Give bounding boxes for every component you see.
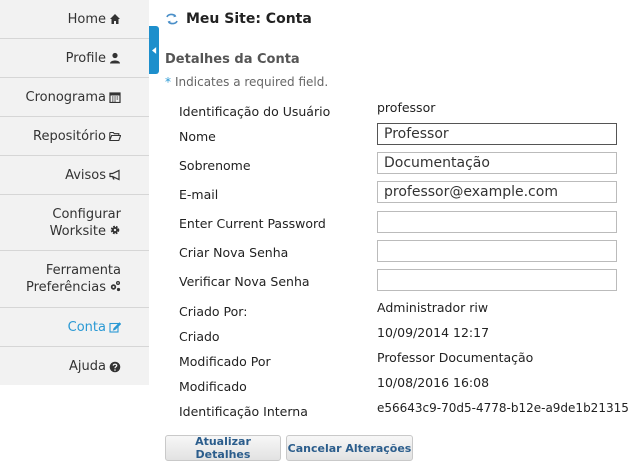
modified-by-value: Professor Documentação (377, 350, 534, 365)
chevron-left-icon (151, 46, 156, 54)
sidebar-item-preferences[interactable]: Ferramenta Preferências (0, 251, 149, 308)
sidebar-item-label: Configurar (52, 206, 121, 222)
required-note-text: Indicates a required field. (175, 75, 329, 89)
sidebar-item-announcements[interactable]: Avisos (0, 156, 149, 195)
sidebar-item-label: Ajuda (69, 359, 106, 374)
edit-icon (109, 321, 122, 333)
internal-id-value: e56643c9-70d5-4778-b12e-a9de1b21315d (377, 401, 628, 415)
created-by-value: Administrador riw (377, 300, 489, 315)
new-password-label: Criar Nova Senha (179, 245, 289, 260)
gear-icon (109, 224, 121, 236)
sidebar-item-profile[interactable]: Profile (0, 39, 149, 78)
internal-id-label: Identificação Interna (179, 404, 308, 419)
sync-icon (165, 12, 179, 26)
sidebar-item-help[interactable]: Ajuda (0, 347, 149, 386)
sidebar-item-label: Profile (65, 50, 106, 66)
verify-password-field[interactable] (377, 269, 617, 291)
sidebar-item-label: Ferramenta (45, 263, 121, 278)
folder-open-icon (109, 130, 122, 142)
sidebar-item-label: Preferências (25, 280, 106, 295)
current-password-label: Enter Current Password (179, 216, 326, 231)
verify-password-label: Verificar Nova Senha (179, 274, 310, 289)
sidebar-item-home[interactable]: Home (0, 0, 149, 39)
update-details-button[interactable]: Atualizar Detalhes (165, 435, 281, 461)
created-by-label: Criado Por: (179, 304, 248, 319)
calendar-icon (109, 91, 121, 104)
modified-by-label: Modificado Por (179, 354, 271, 369)
section-title: Detalhes da Conta (165, 52, 300, 67)
user-id-label: Identificação do Usuário (179, 104, 331, 119)
user-id-value: professor (377, 100, 436, 115)
cancel-changes-button[interactable]: Cancelar Alterações (286, 435, 413, 461)
sidebar-item-label: Home (67, 11, 106, 27)
sidebar-item-label: Conta (67, 319, 106, 335)
last-name-label: Sobrenome (179, 158, 251, 173)
new-password-field[interactable] (377, 240, 617, 262)
sidebar-item-schedule[interactable]: Cronograma (0, 78, 149, 117)
required-note: * Indicates a required field. (165, 75, 328, 89)
gears-icon (109, 280, 121, 292)
sidebar-item-site-setup[interactable]: Configurar Worksite (0, 195, 149, 251)
sidebar: Home Profile Cronograma Repositório Avis… (0, 0, 149, 385)
email-field[interactable] (377, 181, 617, 203)
current-password-field[interactable] (377, 211, 617, 233)
modified-label: Modificado (179, 379, 247, 394)
sidebar-item-label: Cronograma (25, 89, 106, 105)
email-label: E-mail (179, 187, 219, 202)
question-circle-icon (109, 361, 121, 373)
sidebar-item-label: Avisos (65, 167, 106, 183)
home-icon (109, 13, 121, 25)
bullhorn-icon (109, 169, 121, 181)
first-name-label: Nome (179, 129, 216, 144)
page-title: Meu Site: Conta (165, 11, 312, 27)
sidebar-item-label: Worksite (49, 223, 106, 239)
sidebar-collapse-toggle[interactable] (149, 26, 159, 74)
required-asterisk: * (165, 75, 171, 89)
modified-value: 10/08/2016 16:08 (377, 375, 490, 390)
first-name-field[interactable] (377, 123, 617, 145)
created-value: 10/09/2014 12:17 (377, 325, 490, 340)
sidebar-item-resources[interactable]: Repositório (0, 117, 149, 156)
last-name-field[interactable] (377, 152, 617, 174)
sidebar-item-account[interactable]: Conta (0, 308, 149, 347)
user-icon (109, 52, 121, 64)
sidebar-item-label: Repositório (33, 128, 106, 144)
page-title-text: Meu Site: Conta (186, 11, 312, 27)
created-label: Criado (179, 329, 220, 344)
